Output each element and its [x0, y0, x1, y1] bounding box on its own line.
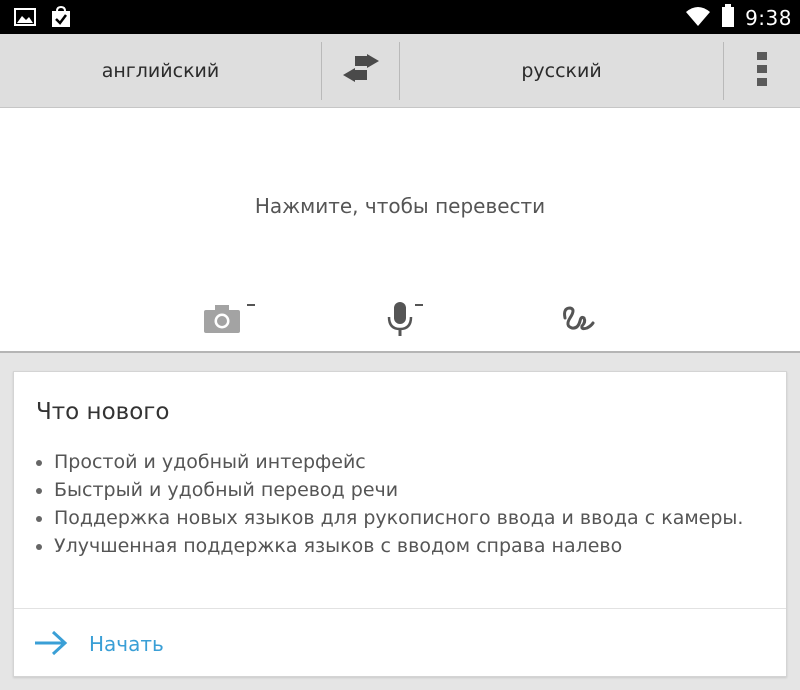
card-title: Что нового: [36, 399, 170, 425]
target-language-button[interactable]: русский: [400, 34, 723, 108]
list-item: Быстрый и удобный перевод речи: [34, 476, 764, 504]
battery-icon: [721, 4, 735, 32]
system-icons: 9:38: [685, 4, 792, 32]
notification-icons: [14, 5, 72, 32]
start-button[interactable]: Начать: [14, 609, 786, 677]
source-language-label: английский: [101, 60, 220, 82]
input-placeholder[interactable]: Нажмите, чтобы перевести: [0, 194, 800, 218]
voice-input-button[interactable]: [365, 296, 435, 346]
camera-input-button[interactable]: [187, 296, 257, 346]
target-language-label: русский: [521, 60, 602, 82]
corner-indicator: [415, 304, 423, 306]
translation-input-area[interactable]: Нажмите, чтобы перевести: [0, 108, 800, 353]
list-item: Простой и удобный интерфейс: [34, 448, 764, 476]
whats-new-card: Что нового Простой и удобный интерфейс Б…: [13, 371, 787, 677]
swap-languages-button[interactable]: [322, 34, 399, 108]
camera-icon: [204, 305, 240, 337]
list-item: Улучшенная поддержка языков с вводом спр…: [34, 532, 764, 560]
list-item: Поддержка новых языков для рукописного в…: [34, 504, 764, 532]
wifi-icon: [685, 5, 711, 31]
status-bar: 9:38: [0, 0, 800, 34]
corner-indicator: [247, 304, 255, 306]
gallery-icon: [14, 7, 36, 31]
swap-arrows-icon: [339, 54, 383, 88]
clock: 9:38: [745, 6, 792, 30]
arrow-right-icon: [34, 630, 68, 660]
source-language-button[interactable]: английский: [0, 34, 321, 108]
overflow-menu-icon: [756, 52, 768, 90]
language-bar: английский русский: [0, 34, 800, 108]
microphone-icon: [387, 302, 413, 340]
overflow-menu-button[interactable]: [724, 34, 800, 108]
start-label: Начать: [89, 632, 164, 656]
handwriting-icon: [560, 304, 596, 338]
handwriting-input-button[interactable]: [543, 296, 613, 346]
shopping-bag-check-icon: [50, 5, 72, 32]
feature-list: Простой и удобный интерфейс Быстрый и уд…: [34, 448, 764, 560]
